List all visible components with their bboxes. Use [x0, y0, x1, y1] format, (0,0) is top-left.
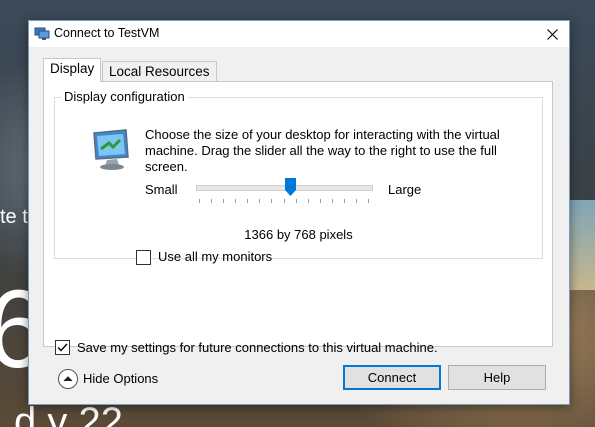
save-settings-checkbox[interactable]	[55, 340, 70, 355]
slider-ticks	[199, 199, 369, 204]
hide-options-label: Hide Options	[83, 371, 159, 386]
slider-tick	[296, 199, 297, 203]
slider-tick	[211, 199, 212, 203]
title-bar[interactable]: Connect to TestVM	[29, 21, 569, 47]
slider-tick	[235, 199, 236, 203]
slider-tick	[247, 199, 248, 203]
slider-tick	[259, 199, 260, 203]
slider-tick	[332, 199, 333, 203]
lock-screen-text-fragment: te t	[0, 206, 28, 228]
connect-dialog: Connect to TestVM Display Local Resource…	[28, 20, 570, 405]
connect-button[interactable]: Connect	[343, 365, 441, 390]
save-settings-label[interactable]: Save my settings for future connections …	[77, 340, 438, 355]
checkmark-icon	[57, 343, 68, 352]
slider-tick	[308, 199, 309, 203]
chevron-up-circle-icon	[58, 369, 78, 389]
window-title: Connect to TestVM	[54, 26, 160, 40]
group-legend: Display configuration	[61, 89, 188, 104]
tab-local-resources[interactable]: Local Resources	[102, 61, 217, 83]
slider-tick	[284, 199, 285, 203]
slider-min-label: Small	[145, 182, 178, 197]
slider-tick	[356, 199, 357, 203]
monitor-icon	[93, 129, 129, 170]
tab-display[interactable]: Display	[43, 58, 102, 82]
resolution-text: 1366 by 768 pixels	[244, 227, 353, 242]
close-icon	[546, 29, 558, 40]
help-button[interactable]: Help	[448, 365, 546, 390]
slider-tick	[223, 199, 224, 203]
slider-tick	[320, 199, 321, 203]
slider-tick	[271, 199, 272, 203]
slider-max-label: Large	[388, 182, 422, 197]
slider-tick	[199, 199, 200, 203]
remote-desktop-icon	[34, 27, 50, 40]
use-all-monitors-checkbox[interactable]	[136, 250, 151, 265]
slider-tick	[344, 199, 345, 203]
slider-tick	[368, 199, 369, 203]
tab-panel-display: Display configuration Choose the size of…	[43, 81, 553, 355]
resolution-slider-thumb[interactable]	[285, 178, 296, 196]
lock-screen-date-fragment: d y 22	[14, 400, 123, 427]
use-all-monitors-label[interactable]: Use all my monitors	[158, 249, 272, 264]
close-button[interactable]	[535, 21, 569, 47]
description-text: Choose the size of your desktop for inte…	[145, 127, 500, 174]
display-configuration-group: Display configuration Choose the size of…	[54, 89, 543, 265]
